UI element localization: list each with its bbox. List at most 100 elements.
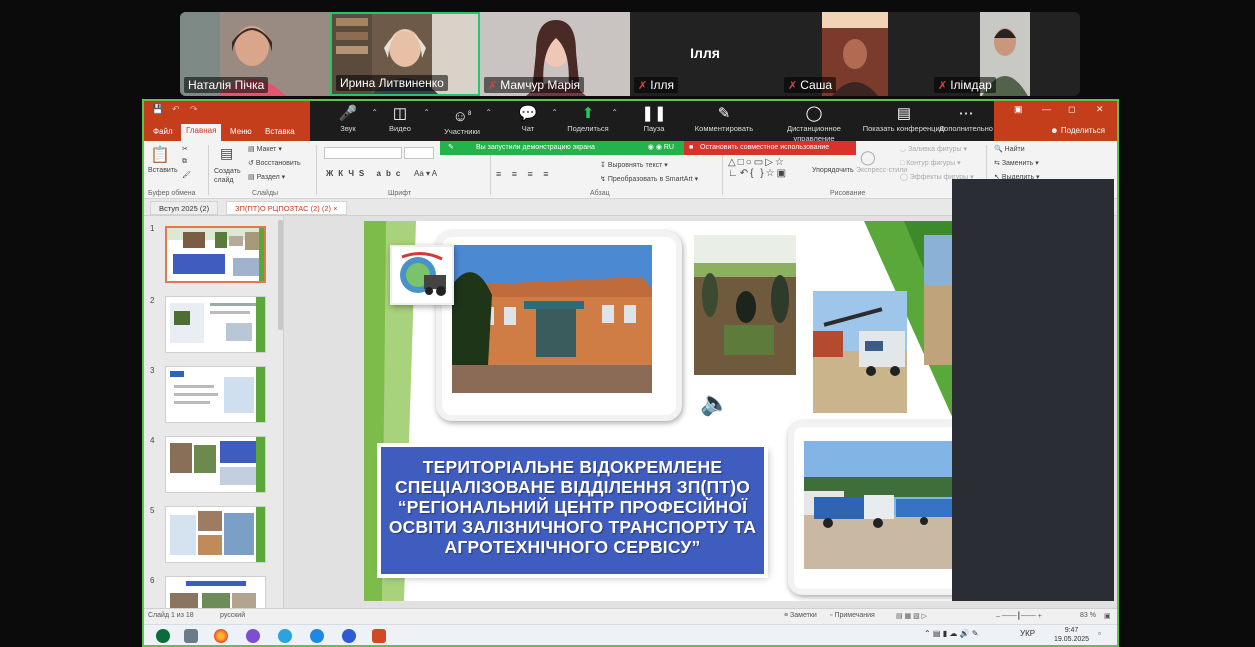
field-work-photo[interactable] <box>694 235 796 375</box>
windows-start-icon[interactable] <box>156 629 170 643</box>
slide-thumbnail[interactable] <box>165 436 266 493</box>
format-painter-icon[interactable]: 🖌 <box>182 171 191 179</box>
shapes-gallery[interactable]: △□○▭▷☆ ∟↶{ }☆▣ <box>728 157 788 179</box>
align-buttons[interactable]: ≡ ≡ ≡ ≡ <box>496 169 553 179</box>
participant-tile[interactable]: Наталія Пічка <box>180 12 330 96</box>
notes-button[interactable]: ≡ Заметки <box>784 612 817 619</box>
smartart-button[interactable]: ↯ Преобразовать в SmartArt ▾ <box>600 175 698 183</box>
mic-muted-icon: ✗ <box>788 80 798 92</box>
slide-thumbnail[interactable] <box>165 506 266 563</box>
participant-tile[interactable]: Ілля ✗ Ілля <box>630 12 780 96</box>
participant-gallery: Наталія Пічка Ирина Литвиненко ✗ Мамчур М… <box>180 12 1080 96</box>
edge-photo <box>924 235 954 365</box>
clipboard-group-label: Буфер обмена <box>148 190 196 197</box>
notifications-icon[interactable]: ▫ <box>1098 629 1101 638</box>
copy-icon[interactable]: ⧉ <box>182 158 187 166</box>
current-slide: 🔈 ТЕРИТОРІАЛЬНЕ ВІДОКРЕМЛЕНЕ СПЕЦІАЛІЗОВ… <box>364 221 954 601</box>
font-style-buttons[interactable]: ЖКЧS abc <box>326 169 405 178</box>
windows-taskbar: ⌃ ▤ ▮ ☁ 🔊 ✎ УКР 9:47 19.05.2025 ▫ <box>144 624 1117 645</box>
minimize-icon[interactable]: — <box>1042 104 1051 114</box>
proofing-language[interactable]: русский <box>220 612 245 619</box>
slide-thumbnail-selected[interactable] <box>165 226 266 283</box>
paste-button[interactable]: Вставить <box>148 167 178 174</box>
slide-thumbnail[interactable] <box>165 576 266 608</box>
new-slide-icon[interactable]: ▤ <box>220 145 233 162</box>
zoom-level[interactable]: 83 % <box>1080 612 1096 619</box>
thumbnail-scrollbar[interactable] <box>278 220 283 330</box>
ribbon-display-icon[interactable]: ▣ <box>1014 104 1023 115</box>
shape-fill-button[interactable]: ◡ Заливка фигуры ▾ <box>900 145 967 153</box>
participant-display-name: Ілля <box>690 45 720 61</box>
zoom-slider[interactable]: – ───┃─── + <box>996 612 1042 620</box>
slide-thumbnail[interactable] <box>165 296 266 353</box>
align-text-button[interactable]: ↧ Выровнять текст ▾ <box>600 161 668 169</box>
more-button[interactable]: ⋯ Дополнительно <box>928 104 1004 134</box>
tab-menu[interactable]: Меню <box>225 125 257 138</box>
system-tray-icons[interactable]: ⌃ ▤ ▮ ☁ 🔊 ✎ <box>924 629 978 638</box>
powerpoint-app-icon[interactable] <box>372 629 386 643</box>
screen-share-notification: ✎ Вы запустили демонстрацию экрана ◉ ◉ R… <box>440 141 684 155</box>
file-explorer-icon[interactable] <box>184 629 198 643</box>
chrome-icon[interactable] <box>310 629 324 643</box>
document-tab-active[interactable]: ЗП(ПТ)О РЦПОЗТАС (2) (2) × <box>226 201 347 215</box>
participant-tile[interactable]: ✗ Саша <box>780 12 930 96</box>
font-size-select[interactable] <box>404 147 434 159</box>
zoom-app-icon[interactable] <box>342 629 356 643</box>
font-color-icon[interactable]: Aa ▾ A <box>414 169 437 178</box>
replace-button[interactable]: ⇆ Заменить ▾ <box>994 159 1039 167</box>
close-icon[interactable]: ✕ <box>1096 104 1104 115</box>
undo-icon[interactable]: ↶ <box>172 104 180 115</box>
font-family-select[interactable] <box>324 147 402 159</box>
stop-share-button[interactable]: ■ Остановить совместное использование <box>684 141 856 155</box>
maximize-icon[interactable]: ◻ <box>1068 104 1075 115</box>
close-tab-icon[interactable]: × <box>333 204 337 213</box>
language-indicator[interactable]: ◉ ◉ RU <box>648 141 674 155</box>
participant-tile-active-speaker[interactable]: Ирина Литвиненко <box>330 12 480 96</box>
participant-tile[interactable]: ✗ Ілімдар <box>930 12 1080 96</box>
clock[interactable]: 9:47 19.05.2025 <box>1054 626 1089 644</box>
building-photo[interactable] <box>452 245 652 393</box>
layout-button[interactable]: ▤ Макет ▾ <box>248 145 282 153</box>
fit-slide-icon[interactable]: ▣ <box>1104 612 1111 620</box>
harvest-trucks-photo[interactable] <box>813 291 907 413</box>
section-button[interactable]: ▤ Раздел ▾ <box>248 173 285 181</box>
view-buttons[interactable]: ▤ ▦ ▧ ▷ <box>896 612 927 620</box>
telegram-icon[interactable] <box>278 629 292 643</box>
arrange-button[interactable]: Упорядочить <box>812 167 854 174</box>
annotate-pen-icon: ✎ <box>717 105 731 122</box>
redo-icon[interactable]: ↷ <box>190 104 198 115</box>
participant-tile[interactable]: ✗ Мамчур Марія <box>480 12 630 96</box>
document-tab[interactable]: Вступ 2025 (2) <box>150 201 219 215</box>
tab-insert[interactable]: Вставка <box>260 125 300 138</box>
cut-icon[interactable]: ✂ <box>182 145 188 153</box>
paste-icon[interactable]: 📋 <box>150 145 170 165</box>
remote-control-button[interactable]: ◯ Дистанционное управление <box>766 104 862 144</box>
new-slide-button[interactable]: Создать слайд <box>214 167 244 185</box>
speaker-audio-icon[interactable]: 🔈 <box>700 389 730 418</box>
viber-icon[interactable] <box>246 629 260 643</box>
quick-styles-icon[interactable]: ◯ <box>860 149 876 166</box>
annotate-button[interactable]: ✎ Комментировать <box>686 104 762 134</box>
slide-number: 4 <box>150 436 155 445</box>
find-button[interactable]: 🔍 Найти <box>994 145 1025 153</box>
pause-share-button[interactable]: ❚❚ Пауза <box>616 104 692 134</box>
share-button[interactable]: ☻ Поделиться <box>1050 126 1105 135</box>
tab-file[interactable]: Файл <box>148 125 178 138</box>
slide-title: ТЕРИТОРІАЛЬНЕ ВІДОКРЕМЛЕНЕ СПЕЦІАЛІЗОВАН… <box>388 457 757 557</box>
shape-outline-button[interactable]: □ Контур фигуры ▾ <box>900 159 961 167</box>
reset-button[interactable]: ↺ Восстановить <box>248 159 301 167</box>
truck-fleet-photo[interactable] <box>804 441 954 569</box>
more-icon: ⋯ <box>958 105 974 122</box>
tab-home[interactable]: Главная <box>181 124 222 141</box>
overlay-panel <box>952 179 1114 601</box>
participant-name: ✗ Мамчур Марія <box>484 77 585 93</box>
keyboard-language[interactable]: УКР <box>1020 629 1035 638</box>
share-screen-button[interactable]: ⬆ Поделиться ⌃ <box>550 104 626 134</box>
save-icon[interactable]: 💾 <box>152 104 163 115</box>
firefox-icon[interactable] <box>214 629 228 643</box>
mic-muted-icon: ✗ <box>638 80 648 92</box>
slide-thumbnail[interactable] <box>165 366 266 423</box>
comments-button[interactable]: ▫ Примечания <box>830 612 875 619</box>
slide-title-box[interactable]: ТЕРИТОРІАЛЬНЕ ВІДОКРЕМЛЕНЕ СПЕЦІАЛІЗОВАН… <box>381 447 764 574</box>
participants-button[interactable]: ☺8 Участники ⌃ <box>424 104 500 137</box>
